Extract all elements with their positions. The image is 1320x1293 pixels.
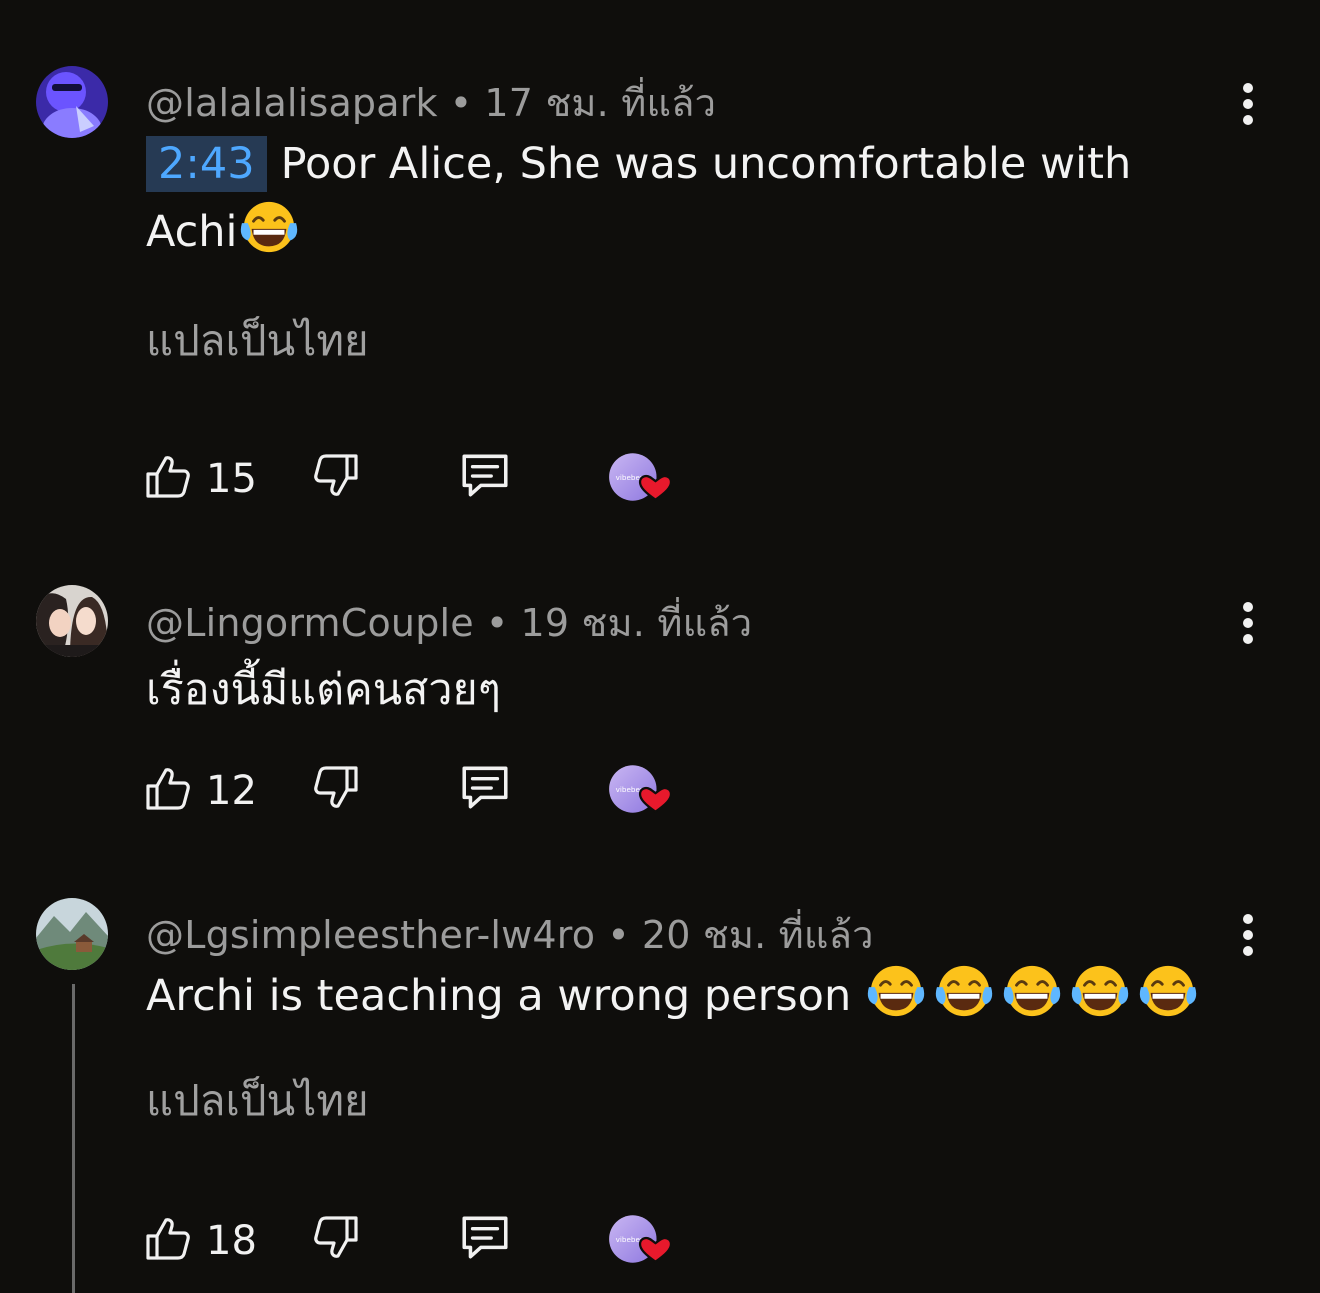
like-button[interactable]: 12	[144, 762, 257, 814]
comment-meta: @LingormCouple • 19 ชม. ที่แล้ว	[146, 592, 752, 653]
comment-text-line2: Achi	[146, 207, 238, 257]
comment-text-content: Archi is teaching a wrong person	[146, 971, 852, 1021]
translate-button[interactable]: แปลเป็นไทย	[146, 308, 369, 374]
thumbs-down-icon	[312, 450, 360, 502]
thumbs-up-icon	[144, 1212, 192, 1264]
like-count: 12	[206, 768, 257, 814]
thumbs-down-icon	[312, 762, 360, 814]
reply-button[interactable]	[458, 762, 512, 812]
laughing-emoji	[933, 962, 995, 1040]
reply-button[interactable]	[458, 450, 512, 500]
laughing-emoji	[238, 198, 300, 276]
creator-heart-icon	[606, 1214, 672, 1264]
dislike-button[interactable]	[312, 1212, 360, 1264]
kebab-menu-icon[interactable]	[1228, 601, 1268, 645]
comment-meta: @lalalalisapark • 17 ชม. ที่แล้ว	[146, 72, 716, 133]
laughing-emoji	[865, 962, 927, 1040]
comment-time: 19 ชม. ที่แล้ว	[520, 601, 753, 645]
reply-icon	[458, 450, 512, 500]
creator-heart-icon	[606, 764, 672, 814]
author-name[interactable]: @lalalalisapark	[146, 81, 438, 125]
thumbs-up-icon	[144, 450, 192, 502]
laughing-emoji	[1137, 962, 1199, 1040]
reply-icon	[458, 762, 512, 812]
kebab-menu-icon[interactable]	[1228, 913, 1268, 957]
reply-button[interactable]	[458, 1212, 512, 1262]
comment-meta: @Lgsimpleesther-lw4ro • 20 ชม. ที่แล้ว	[146, 904, 874, 965]
comment-time: 17 ชม. ที่แล้ว	[484, 81, 717, 125]
like-count: 18	[206, 1218, 257, 1264]
like-button[interactable]: 15	[144, 450, 257, 502]
like-count: 15	[206, 456, 257, 502]
comment-text: เรื่องนี้มีแต่คนสวยๆ	[146, 665, 501, 715]
comment-actions: 18	[144, 1212, 744, 1272]
comment-actions: 12	[144, 762, 744, 822]
timestamp-link[interactable]: 2:43	[146, 136, 267, 192]
author-name[interactable]: @LingormCouple	[146, 601, 474, 645]
avatar[interactable]	[36, 66, 108, 138]
comment-text: Archi is teaching a wrong person	[146, 962, 1199, 1040]
creator-heart-icon	[606, 452, 672, 502]
comment-actions: 15	[144, 450, 744, 510]
thumbs-down-icon	[312, 1212, 360, 1264]
dislike-button[interactable]	[312, 762, 360, 814]
laughing-emoji	[1001, 962, 1063, 1040]
reply-thread-line	[72, 984, 75, 1293]
translate-button[interactable]: แปลเป็นไทย	[146, 1068, 369, 1134]
kebab-menu-icon[interactable]	[1228, 82, 1268, 126]
laughing-emoji	[1069, 962, 1131, 1040]
like-button[interactable]: 18	[144, 1212, 257, 1264]
avatar[interactable]	[36, 585, 108, 657]
comment-time: 20 ชม. ที่แล้ว	[641, 913, 874, 957]
dislike-button[interactable]	[312, 450, 360, 502]
author-name[interactable]: @Lgsimpleesther-lw4ro	[146, 913, 595, 957]
thumbs-up-icon	[144, 762, 192, 814]
separator: •	[449, 81, 473, 125]
separator: •	[607, 913, 630, 957]
reply-icon	[458, 1212, 512, 1262]
comment-text-line1: Poor Alice, She was uncomfortable with	[280, 139, 1132, 189]
comment-text: 2:43 Poor Alice, She was uncomfortable wi…	[146, 130, 1131, 276]
separator: •	[485, 601, 509, 645]
avatar[interactable]	[36, 898, 108, 970]
